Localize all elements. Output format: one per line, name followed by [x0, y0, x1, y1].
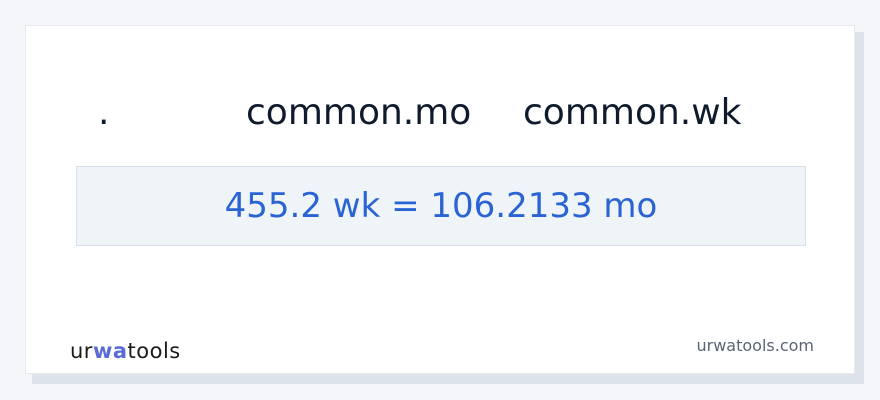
urwatools-logo: urwatools	[70, 338, 181, 364]
unit-headers: . common.mo common.wk	[26, 88, 854, 138]
logo-text-start: ur	[70, 339, 93, 363]
site-url: urwatools.com	[696, 336, 815, 355]
to-unit-header: common.wk	[523, 92, 742, 133]
logo-text-accent: wa	[92, 339, 128, 363]
header-dot: .	[98, 92, 110, 133]
conversion-card: . common.mo common.wk 455.2 wk = 106.213…	[25, 25, 855, 374]
logo-text-end: tools	[127, 339, 181, 363]
from-unit-header: common.mo	[246, 92, 472, 133]
result-box: 455.2 wk = 106.2133 mo	[76, 166, 806, 246]
result-text: 455.2 wk = 106.2133 mo	[224, 186, 658, 226]
